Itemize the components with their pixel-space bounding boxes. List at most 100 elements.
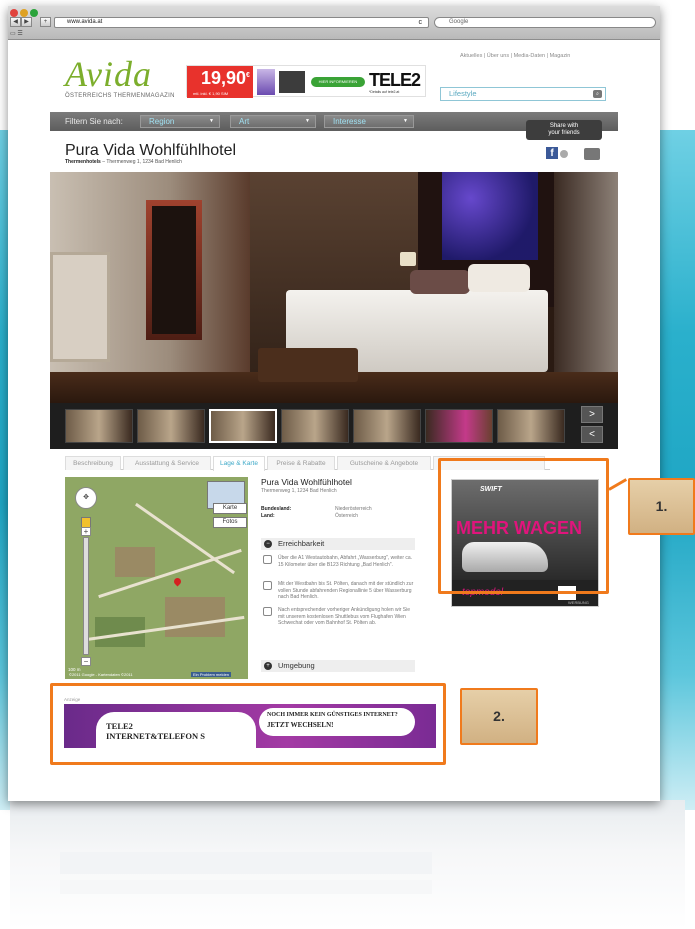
- user-icon[interactable]: [560, 150, 568, 158]
- photo-right-wall: [554, 172, 618, 403]
- collapse-icon: −: [264, 540, 272, 548]
- map[interactable]: ✥ + − Karte Fotos 100 m ©2011 Google - K…: [65, 477, 248, 679]
- photo-doorway: [152, 206, 196, 334]
- highlight-box-1: [438, 458, 609, 594]
- facebook-icon[interactable]: f: [546, 147, 558, 159]
- thumbnail[interactable]: [65, 409, 133, 443]
- thumbnail[interactable]: [281, 409, 349, 443]
- hotel-category[interactable]: Thermenhotels: [65, 159, 101, 165]
- search-placeholder: Google: [449, 19, 469, 25]
- accordion-umgebung[interactable]: + Umgebung: [261, 660, 415, 672]
- print-icon[interactable]: [584, 148, 600, 160]
- ad-brand: TELE2: [369, 70, 421, 90]
- thumbnail-strip: > <: [50, 403, 618, 449]
- interesse-label: Interesse: [333, 117, 366, 126]
- region-select[interactable]: Region ▼: [140, 115, 220, 128]
- maximize-icon[interactable]: [30, 9, 38, 17]
- tab-gutscheine[interactable]: Gutscheine & Angebote: [337, 456, 431, 470]
- top-nav[interactable]: Aktuelles | Über uns | Media-Daten | Mag…: [460, 53, 570, 59]
- add-tab-button[interactable]: +: [40, 17, 51, 27]
- interesse-select[interactable]: Interesse ▼: [324, 115, 414, 128]
- hotel-photo: [50, 172, 618, 403]
- thumbnail[interactable]: [353, 409, 421, 443]
- reload-icon[interactable]: c: [419, 18, 423, 27]
- ad-info-button[interactable]: HIER INFORMIEREN: [311, 77, 365, 87]
- travel-bus-text: Nach entsprechender vorheriger Ankündigu…: [278, 607, 411, 626]
- share-line2: your friends: [548, 130, 580, 136]
- ad-tag: WERBUNG: [568, 600, 589, 605]
- photo-pillow: [468, 264, 530, 292]
- browser-search[interactable]: Google: [434, 17, 656, 28]
- share-line1: Share with: [549, 123, 579, 129]
- reflection-strip: [60, 880, 432, 894]
- map-type-fotos[interactable]: Fotos: [213, 517, 247, 528]
- ad-price: 19,90€ mtl. inkl. € 1,90 SIM: [187, 66, 253, 98]
- banner-ad[interactable]: 19,90€ mtl. inkl. € 1,90 SIM HIER INFORM…: [186, 65, 426, 98]
- bookmarks-icon[interactable]: ▭ ☰: [10, 30, 30, 38]
- site-search-input[interactable]: Lifestyle ⌕: [440, 87, 606, 101]
- car-icon: [263, 555, 272, 564]
- zoom-out-button[interactable]: −: [81, 657, 91, 666]
- thumbnail-active[interactable]: [209, 409, 277, 443]
- next-button[interactable]: >: [581, 406, 603, 423]
- photo-pillow: [410, 270, 470, 294]
- map-marker-icon[interactable]: [172, 576, 183, 587]
- search-icon[interactable]: ⌕: [593, 90, 602, 98]
- zoom-slider[interactable]: [83, 537, 89, 655]
- map-type-karte[interactable]: Karte: [213, 503, 247, 514]
- pan-control-icon[interactable]: ✥: [75, 487, 97, 509]
- minimize-icon[interactable]: [20, 9, 28, 17]
- bundesland-row: Bundesland: Niederösterreich: [261, 506, 421, 512]
- forward-button[interactable]: ▶: [21, 17, 32, 27]
- region-label: Region: [149, 117, 175, 126]
- ad-price-sup: €: [246, 72, 250, 79]
- photo-fireplace: [50, 252, 110, 362]
- filter-label: Filtern Sie nach:: [65, 117, 123, 126]
- zoom-in-button[interactable]: +: [81, 527, 91, 536]
- browser-toolbar: ◀ ▶ + ▭ ☰ www.avida.at c Google: [8, 6, 660, 40]
- thumbnail[interactable]: [497, 409, 565, 443]
- travel-car: Über die A1 Westautobahn, Abfahrt „Wasse…: [261, 555, 415, 568]
- url-bar[interactable]: www.avida.at c: [54, 17, 429, 28]
- photo-lamp: [400, 252, 416, 266]
- tab-ausstattung[interactable]: Ausstattung & Service: [123, 456, 211, 470]
- thumbnail[interactable]: [425, 409, 493, 443]
- highlight-box-2: [50, 683, 446, 765]
- hotel-subtitle: Thermenhotels – Thermenweg 1, 1234 Bad H…: [65, 159, 182, 165]
- thumbnail[interactable]: [137, 409, 205, 443]
- tab-beschreibung[interactable]: Beschreibung: [65, 456, 121, 470]
- ad-price-value: 19,90: [201, 68, 247, 88]
- art-label: Art: [239, 117, 250, 126]
- logo-tagline: ÖSTERREICHS THERMENMAGAZIN: [65, 93, 175, 99]
- tab-lage-karte[interactable]: Lage & Karte: [213, 456, 265, 471]
- map-report-link[interactable]: Ein Problem melden: [191, 672, 232, 677]
- ad-mini-box: [279, 71, 305, 93]
- chevron-down-icon: ▼: [305, 118, 310, 124]
- callout-1: 1.: [628, 478, 695, 535]
- photo-bench: [258, 348, 358, 382]
- back-button[interactable]: ◀: [10, 17, 21, 27]
- chevron-down-icon: ▼: [209, 118, 214, 124]
- map-area: [165, 597, 225, 637]
- site-logo[interactable]: Avida: [65, 53, 152, 95]
- reflection-strip: [60, 852, 432, 874]
- land-row: Land: Österreich: [261, 513, 421, 519]
- bus-icon: [263, 607, 272, 616]
- tab-preise[interactable]: Preise & Rabatte: [267, 456, 335, 470]
- art-select[interactable]: Art ▼: [230, 115, 316, 128]
- accordion-erreichbarkeit[interactable]: − Erreichbarkeit: [261, 538, 415, 550]
- hotel-name: Pura Vida Wohlfühlhotel: [261, 477, 352, 487]
- travel-train: Mit der Westbahn bis St. Pölten, danach …: [261, 581, 415, 601]
- bundesland-label: Bundesland:: [261, 506, 292, 512]
- travel-car-text: Über die A1 Westautobahn, Abfahrt „Wasse…: [278, 555, 413, 568]
- accordion-label: Erreichbarkeit: [278, 539, 325, 548]
- share-button[interactable]: Share with your friends: [526, 120, 602, 140]
- page-title: Pura Vida Wohlfühlhotel: [65, 142, 237, 159]
- land-label: Land:: [261, 513, 275, 519]
- close-icon[interactable]: [10, 9, 18, 17]
- map-copyright: ©2011 Google - Kartendaten ©2011: [69, 672, 133, 677]
- expand-icon: +: [264, 662, 272, 670]
- prev-button[interactable]: <: [581, 426, 603, 443]
- map-area: [115, 547, 155, 577]
- ad-price-note: mtl. inkl. € 1,90 SIM: [193, 91, 229, 96]
